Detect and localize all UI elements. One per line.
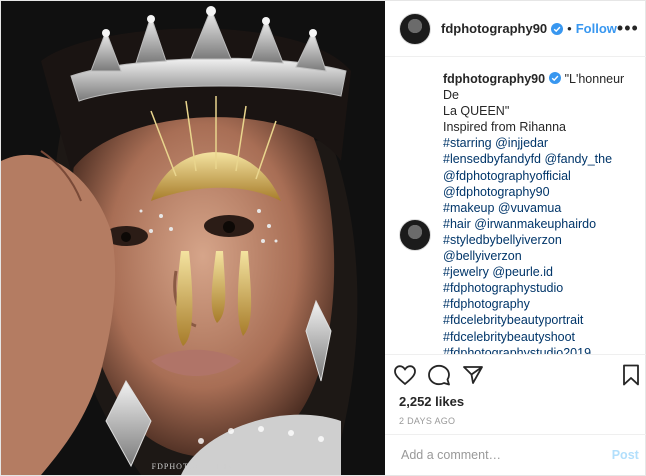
caption-line[interactable]: #fdcelebritybeautyportrait bbox=[443, 312, 639, 328]
caption-line[interactable]: #fdphotography bbox=[443, 296, 639, 312]
caption-line: fdphotography90 "L'honneur De bbox=[443, 71, 639, 103]
follow-button[interactable]: Follow bbox=[576, 21, 617, 36]
portrait-image bbox=[1, 1, 385, 475]
action-bar bbox=[385, 354, 646, 394]
post-photo[interactable]: FDPHOTOGRAPHY bbox=[1, 1, 385, 475]
comment-icon[interactable] bbox=[427, 363, 451, 387]
verified-badge-icon bbox=[551, 22, 564, 35]
caption-line: Inspired from Rihanna bbox=[443, 120, 566, 135]
caption-avatar[interactable] bbox=[399, 219, 431, 251]
caption-line[interactable]: #styledbybellyiverzon @bellyiverzon bbox=[443, 232, 639, 264]
caption-line[interactable]: #hair @irwanmakeuphairdo bbox=[443, 216, 639, 232]
caption-line[interactable]: #fdphotographystudio bbox=[443, 280, 639, 296]
timestamp[interactable]: 2 DAYS AGO bbox=[385, 412, 646, 435]
verified-badge-icon bbox=[549, 72, 562, 84]
more-options-button[interactable]: ••• bbox=[617, 18, 639, 39]
bookmark-icon[interactable] bbox=[619, 363, 643, 387]
post-header: fdphotography90 • Follow ••• bbox=[385, 1, 646, 57]
caption-line[interactable]: #fdcelebritybeautyshoot bbox=[443, 329, 639, 345]
caption-line[interactable]: #fdphotographystudio2019 bbox=[443, 345, 639, 354]
comment-input[interactable] bbox=[399, 447, 612, 463]
caption-line[interactable]: @fdphotographyofficial bbox=[443, 168, 639, 184]
post-comment-button[interactable]: Post bbox=[612, 448, 639, 462]
caption-text: fdphotography90 "L'honneur De La QUEEN" In… bbox=[443, 71, 639, 354]
add-comment-bar: Post bbox=[385, 435, 646, 475]
separator-dot: • bbox=[567, 21, 572, 36]
caption-line[interactable]: #jewelry @peurle.id bbox=[443, 264, 639, 280]
header-username[interactable]: fdphotography90 bbox=[441, 21, 547, 36]
caption-line[interactable]: #starring @injjedar bbox=[443, 135, 639, 151]
photo-watermark: FDPHOTOGRAPHY bbox=[151, 462, 235, 471]
share-icon[interactable] bbox=[461, 363, 485, 387]
heart-icon[interactable] bbox=[393, 363, 417, 387]
caption-username[interactable]: fdphotography90 bbox=[443, 72, 545, 86]
caption-line[interactable]: #makeup @vuvamua bbox=[443, 200, 639, 216]
likes-count[interactable]: 2,252 likes bbox=[385, 394, 646, 412]
post-sidebar: fdphotography90 • Follow ••• fdphotograp… bbox=[385, 1, 646, 475]
comments-section[interactable]: fdphotography90 "L'honneur De La QUEEN" In… bbox=[385, 57, 646, 354]
avatar[interactable] bbox=[399, 12, 431, 45]
caption-line[interactable]: @fdphotography90 bbox=[443, 184, 639, 200]
caption: fdphotography90 "L'honneur De La QUEEN" In… bbox=[399, 71, 639, 354]
instagram-post: FDPHOTOGRAPHY fdphotography90 • Follow •… bbox=[0, 0, 646, 476]
caption-line: La QUEEN" bbox=[443, 104, 510, 119]
caption-line[interactable]: #lensedbyfandyfd @fandy_the bbox=[443, 151, 639, 167]
